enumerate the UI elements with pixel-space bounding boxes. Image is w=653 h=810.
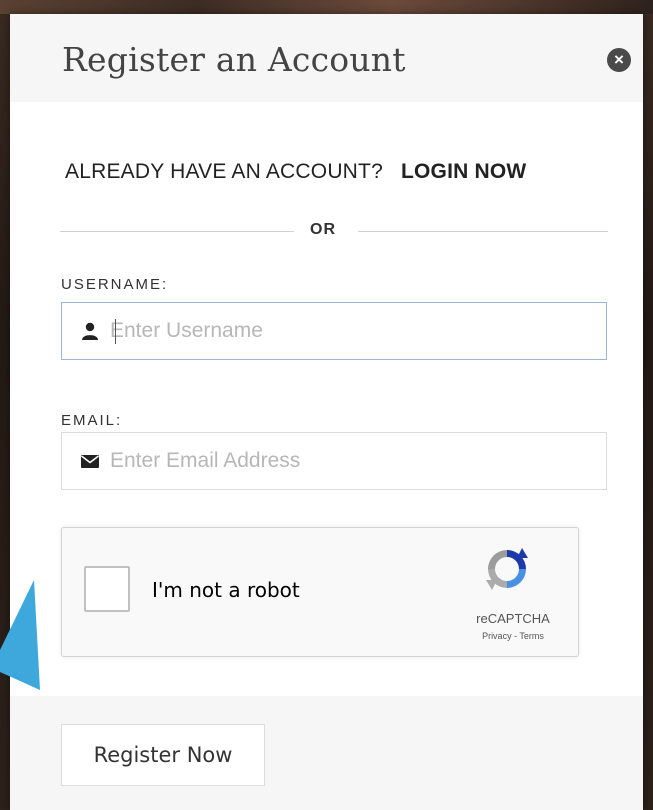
login-prompt-text: ALREADY HAVE AN ACCOUNT? bbox=[65, 160, 383, 183]
or-divider: OR bbox=[60, 219, 608, 239]
recaptcha-terms-link[interactable]: Terms bbox=[519, 631, 544, 641]
modal-header: Register an Account × bbox=[10, 14, 643, 102]
email-field[interactable] bbox=[61, 432, 607, 490]
modal-title: Register an Account bbox=[62, 40, 406, 79]
recaptcha-logo-icon bbox=[486, 548, 528, 590]
divider-line-left bbox=[60, 231, 294, 232]
login-prompt: ALREADY HAVE AN ACCOUNT? LOGIN NOW bbox=[65, 160, 526, 184]
email-label: EMAIL: bbox=[61, 412, 123, 429]
recaptcha-brand: reCAPTCHA bbox=[476, 611, 550, 626]
username-label: USERNAME: bbox=[61, 276, 169, 293]
modal-footer: Register Now bbox=[10, 696, 643, 810]
login-now-link[interactable]: LOGIN NOW bbox=[401, 160, 526, 183]
recaptcha-widget: I'm not a robot reCAPTCHA Privacy - Term… bbox=[61, 527, 579, 657]
register-modal: Register an Account × ALREADY HAVE AN AC… bbox=[10, 14, 643, 810]
background-strip bbox=[0, 0, 653, 14]
divider-text: OR bbox=[310, 221, 336, 238]
username-input[interactable] bbox=[110, 311, 590, 351]
recaptcha-checkbox[interactable] bbox=[84, 566, 130, 612]
close-circle-icon: × bbox=[614, 50, 624, 69]
recaptcha-label: I'm not a robot bbox=[152, 578, 300, 602]
divider-line-right bbox=[358, 231, 608, 232]
recaptcha-privacy-link[interactable]: Privacy bbox=[482, 631, 512, 641]
envelope-icon bbox=[81, 455, 99, 468]
user-icon bbox=[82, 322, 98, 340]
recaptcha-links: Privacy - Terms bbox=[458, 631, 568, 641]
username-field[interactable] bbox=[61, 302, 607, 360]
register-now-button[interactable]: Register Now bbox=[61, 724, 265, 786]
close-button[interactable]: × bbox=[607, 48, 631, 72]
email-input[interactable] bbox=[110, 441, 590, 481]
text-caret bbox=[115, 319, 116, 344]
blue-arrow-shape bbox=[0, 580, 40, 690]
